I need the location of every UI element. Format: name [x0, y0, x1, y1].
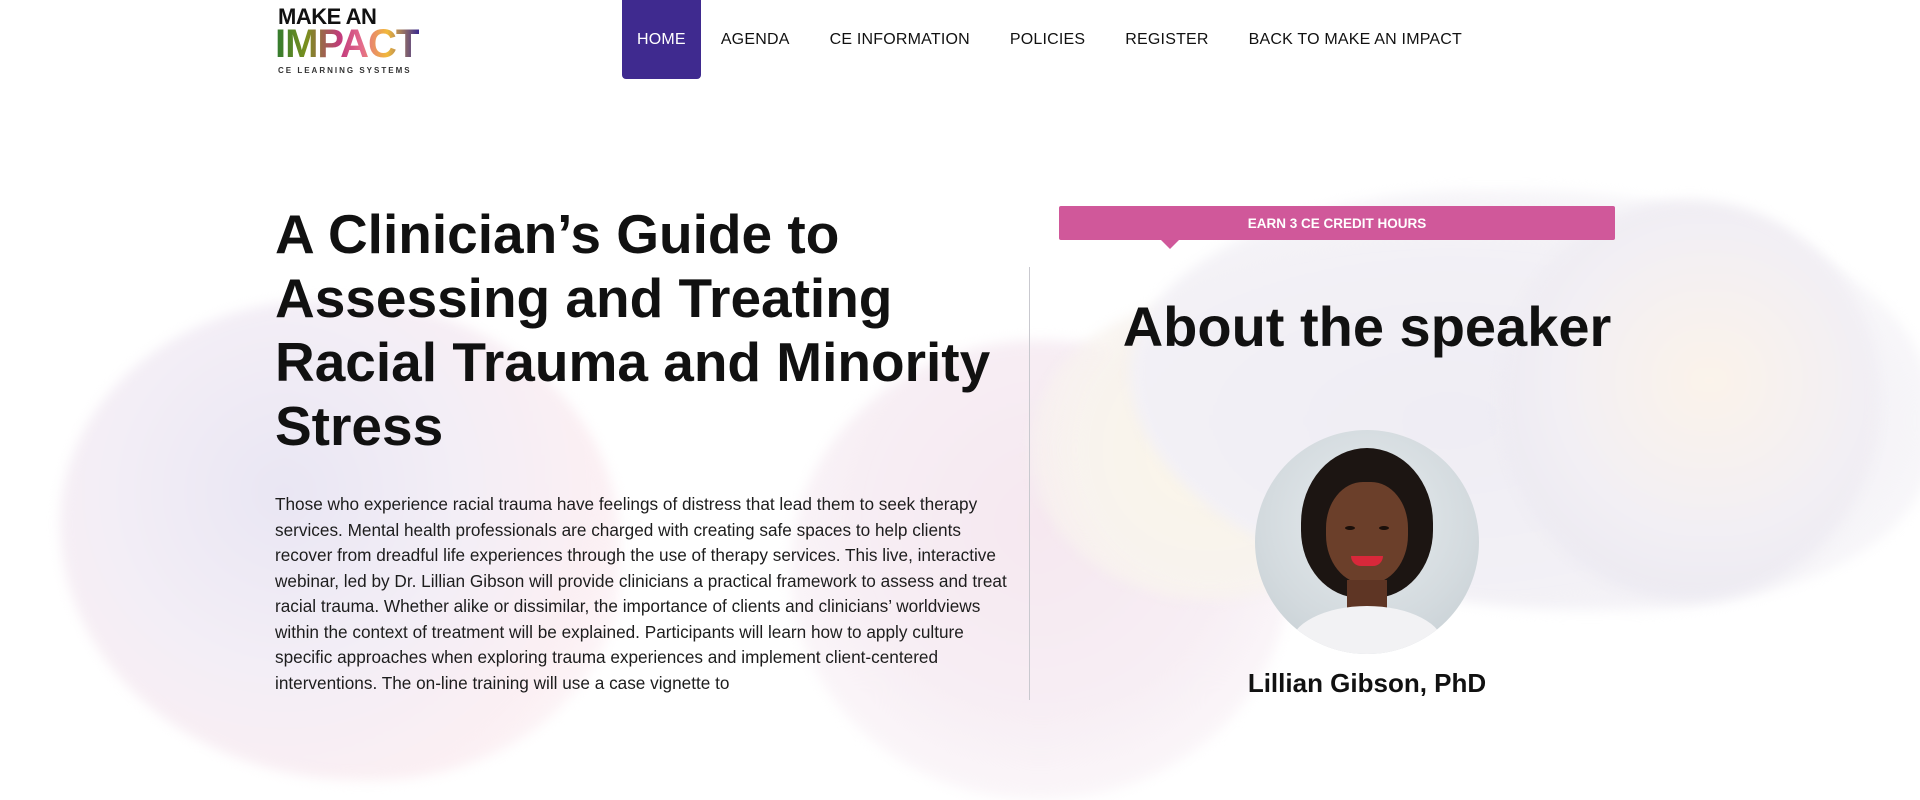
nav-ce-information[interactable]: CE INFORMATION	[810, 0, 990, 79]
nav-back-to-make-an-impact[interactable]: BACK TO MAKE AN IMPACT	[1229, 0, 1482, 79]
about-speaker-heading: About the speaker	[1122, 295, 1612, 358]
nav-home[interactable]: HOME	[622, 0, 701, 79]
nav-register[interactable]: REGISTER	[1105, 0, 1228, 79]
site-header: MAKE AN IMPACT CE LEARNING SYSTEMS HOME …	[0, 0, 1920, 80]
course-description: Those who experience racial trauma have …	[275, 494, 1007, 693]
logo-line-3: CE LEARNING SYSTEMS	[278, 66, 412, 75]
background-blob	[1500, 200, 1880, 600]
page-title: A Clinician’s Guide to Assessing and Tre…	[275, 203, 991, 457]
nav-policies[interactable]: POLICIES	[990, 0, 1105, 79]
make-an-impact-logo[interactable]: MAKE AN IMPACT CE LEARNING SYSTEMS	[275, 4, 470, 76]
speaker-name: Lillian Gibson, PhD	[1247, 668, 1487, 698]
banner-pointer	[1161, 240, 1179, 249]
ce-credit-banner: EARN 3 CE CREDIT HOURS	[1059, 206, 1615, 240]
logo-line-2: IMPACT	[275, 22, 420, 66]
nav-agenda[interactable]: AGENDA	[701, 0, 810, 79]
speaker-photo	[1255, 430, 1479, 654]
column-divider	[1029, 267, 1030, 700]
main-nav: HOME AGENDA CE INFORMATION POLICIES REGI…	[622, 0, 1482, 79]
